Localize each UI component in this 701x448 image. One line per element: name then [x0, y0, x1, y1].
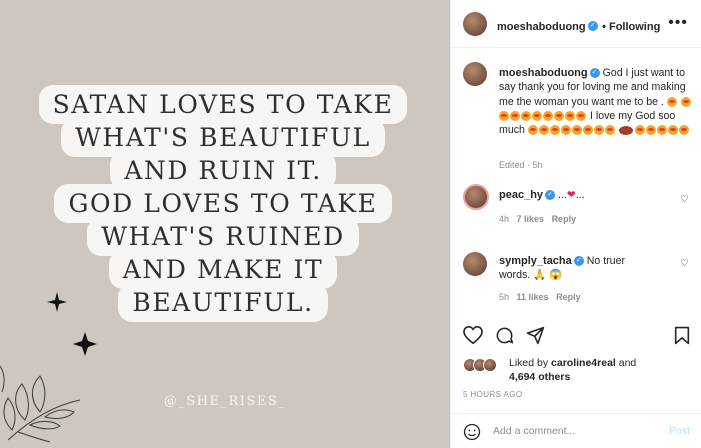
author-avatar[interactable] — [463, 12, 487, 36]
liked-others[interactable]: 4,694 others — [509, 371, 570, 383]
comment-likes[interactable]: 7 likes — [517, 214, 545, 224]
post-header: moeshaboduong ✓ • Following ••• — [451, 0, 701, 48]
heart-eyes-emoji-icon — [666, 96, 677, 107]
reply-button[interactable]: Reply — [552, 214, 577, 224]
comment-text: ... — [557, 189, 567, 201]
like-comment-heart-icon[interactable]: ♡ — [680, 258, 689, 269]
like-comment-heart-icon[interactable]: ♡ — [680, 194, 689, 205]
caption-username[interactable]: moeshaboduong — [499, 67, 588, 79]
emoji-row — [527, 124, 616, 136]
red-heart-emoji-icon: ❤ — [566, 189, 576, 201]
post-comment-button[interactable]: Post — [669, 425, 690, 437]
comment-text-end: ... — [575, 189, 585, 201]
praying-hands-emoji-icon: 🙏 — [533, 269, 547, 282]
post-details-panel: moeshaboduong ✓ • Following ••• moeshabod… — [450, 0, 701, 448]
emoji-smiley-icon[interactable] — [463, 423, 481, 441]
reply-button[interactable]: Reply — [556, 292, 581, 302]
comment-bubble-icon[interactable] — [495, 326, 514, 345]
liked-by-user[interactable]: caroline4real — [551, 357, 616, 369]
like-heart-icon[interactable] — [463, 326, 483, 344]
action-bar — [451, 322, 701, 352]
liked-by-suffix: and — [615, 357, 637, 369]
post-timestamp: 5 HOURS AGO — [463, 390, 523, 399]
quote-line: BEAUTIFUL. — [118, 283, 328, 322]
liker-avatar — [483, 358, 497, 372]
share-send-icon[interactable] — [526, 326, 545, 345]
post-image[interactable]: SATAN LOVES TO TAKE WHAT'S BEAUTIFUL AND… — [0, 0, 450, 448]
comment-username[interactable]: peac_hy — [499, 189, 543, 201]
add-comment-input[interactable] — [493, 425, 653, 437]
football-emoji-icon — [618, 125, 633, 135]
caption-avatar[interactable] — [463, 62, 487, 86]
caption-meta: Edited · 5h — [499, 160, 543, 170]
following-button[interactable]: • Following — [602, 21, 660, 33]
author-username[interactable]: moeshaboduong — [497, 21, 586, 33]
comment-avatar[interactable] — [463, 184, 489, 210]
verified-icon: ✓ — [589, 68, 600, 79]
verified-icon: ✓ — [545, 190, 556, 201]
comment-avatar[interactable] — [463, 252, 487, 276]
image-handle: @_SHE_RISES_ — [163, 394, 287, 409]
liked-by-prefix: Liked by — [509, 357, 552, 369]
verified-icon: ✓ — [573, 256, 584, 267]
save-bookmark-icon[interactable] — [674, 326, 690, 345]
comment-time: 4h — [499, 214, 510, 224]
comment-bar: Post — [451, 413, 701, 448]
comment-username[interactable]: symply_tacha — [499, 255, 572, 267]
astonished-face-emoji-icon: 😱 — [549, 269, 563, 282]
more-options-icon[interactable]: ••• — [668, 14, 688, 32]
comment-likes[interactable]: 11 likes — [517, 292, 549, 302]
verified-icon: ✓ — [587, 20, 598, 31]
comment-time: 5h — [499, 292, 510, 302]
leaf-sparkle-decoration-icon — [0, 292, 97, 443]
